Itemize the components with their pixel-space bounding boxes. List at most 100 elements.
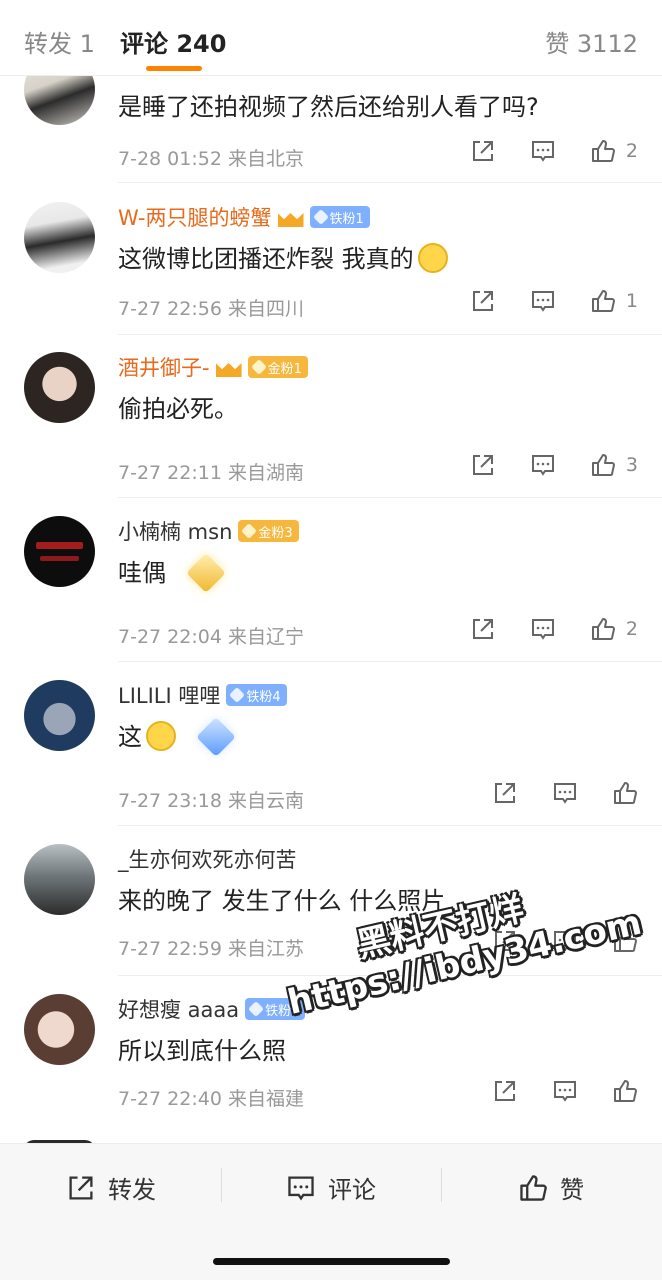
home-indicator (213, 1258, 450, 1265)
comment-time: 7-28 01:52 来自北京 (118, 148, 304, 170)
smile-emoji-icon (417, 243, 448, 273)
like-button[interactable]: 3 (590, 452, 638, 478)
comment-label: 评论 (328, 1176, 376, 1204)
fan-badge[interactable]: 金粉1 (247, 356, 308, 378)
comment-text: 这微博比团播还炸裂 我真的 (118, 242, 638, 276)
fan-badge[interactable]: 金粉3 (238, 520, 299, 542)
thumbs-up-icon (591, 140, 615, 162)
thumbs-up-icon (591, 290, 615, 312)
username[interactable]: 好想瘦 aaaa (118, 994, 239, 1024)
thumbs-up-icon (520, 1174, 547, 1201)
username[interactable]: W-两只腿的螃蟹 (118, 202, 272, 232)
comment-actions: 2 (470, 138, 638, 164)
tab-likes[interactable]: 赞 3112 (545, 24, 638, 59)
like-button[interactable] (612, 780, 638, 806)
comment-text: 是睡了还拍视频了然后还给别人看了吗? (118, 93, 539, 121)
like-button[interactable]: 1 (590, 288, 638, 314)
comment-icon[interactable] (530, 616, 556, 642)
repost-icon[interactable] (470, 288, 496, 314)
comment-icon[interactable] (552, 928, 578, 954)
like-count: 2 (625, 618, 638, 640)
username[interactable]: 酒井御子- (118, 352, 210, 382)
divider (118, 334, 662, 335)
comment-time: 7-27 22:11 来自湖南 (118, 462, 304, 484)
comment-icon[interactable] (552, 780, 578, 806)
gold-gem-icon (186, 553, 226, 593)
comment-tabs: 转发 1 评论 240 赞 3112 (0, 0, 662, 76)
comment-item: 酒井御子- 金粉1 偷拍必死。 7-27 22:11 来自湖南 3 (0, 350, 662, 498)
comment-actions: 3 (470, 452, 638, 478)
blue-gem-icon (196, 717, 236, 757)
avatar[interactable] (24, 202, 95, 273)
repost-icon[interactable] (492, 780, 518, 806)
fan-badge[interactable]: 铁粉2 (245, 998, 306, 1020)
thumbs-up-icon (591, 454, 615, 476)
fan-badge[interactable]: 铁粉4 (226, 684, 287, 706)
comment-actions (492, 928, 638, 954)
comment-icon[interactable] (530, 452, 556, 478)
comment-item: 小楠楠 msn 金粉3 哇偶 7-27 22:04 来自辽宁 2 (0, 514, 662, 662)
comment-item: W-两只腿的螃蟹 铁粉1 这微博比团播还炸裂 我真的 7-27 22:56 来自… (0, 200, 662, 335)
repost-button[interactable]: 转发 (66, 1170, 156, 1205)
comment-actions: 2 (470, 616, 638, 642)
avatar[interactable] (24, 352, 95, 423)
comment-time: 7-27 22:56 来自四川 (118, 298, 304, 320)
comment-icon[interactable] (530, 288, 556, 314)
comment-item: _生亦何欢死亦何苦 来的晚了 发生了什么 什么照片 7-27 22:59 来自江… (0, 842, 662, 976)
tab-repost[interactable]: 转发 1 (24, 24, 95, 59)
comment-item: LILILI 哩哩 铁粉4 这 7-27 23:18 来自云南 (0, 678, 662, 826)
crown-icon (277, 207, 304, 227)
comment-actions (492, 1078, 638, 1104)
comment-icon[interactable] (530, 138, 556, 164)
comment-icon[interactable] (552, 1078, 578, 1104)
comment-time: 7-27 23:18 来自云南 (118, 790, 304, 812)
repost-icon[interactable] (470, 452, 496, 478)
username[interactable]: LILILI 哩哩 (118, 680, 220, 710)
thumbs-up-icon (591, 618, 615, 640)
like-button[interactable] (612, 1078, 638, 1104)
separator (221, 1168, 222, 1202)
comment-item: 是睡了还拍视频了然后还给别人看了吗? 7-28 01:52 来自北京 2 (0, 54, 662, 183)
comment-actions (492, 780, 638, 806)
comment-text: 所以到底什么照 (118, 1037, 286, 1065)
repost-icon[interactable] (492, 1078, 518, 1104)
thumbs-up-icon (614, 1080, 637, 1102)
like-button[interactable]: 赞 (518, 1170, 584, 1205)
comment-time: 7-27 22:40 来自福建 (118, 1088, 304, 1110)
like-count: 1 (625, 290, 638, 312)
divider (118, 825, 662, 826)
like-button[interactable] (612, 928, 638, 954)
like-count: 2 (625, 140, 638, 162)
comment-text: 偷拍必死。 (118, 395, 238, 423)
divider (118, 182, 662, 183)
like-button[interactable]: 2 (590, 616, 638, 642)
comment-item: 好想瘦 aaaa 铁粉2 所以到底什么照 7-27 22:40 来自福建 (0, 992, 662, 1126)
avatar[interactable] (24, 680, 95, 751)
comment-button[interactable]: 评论 (286, 1170, 376, 1205)
divider (118, 661, 662, 662)
repost-icon[interactable] (470, 616, 496, 642)
fan-badge[interactable]: 铁粉1 (309, 206, 370, 228)
username[interactable]: _生亦何欢死亦何苦 (118, 844, 297, 874)
tab-comments[interactable]: 评论 240 (120, 24, 226, 59)
comment-icon (288, 1175, 314, 1200)
thumbs-up-icon (614, 930, 637, 952)
comment-text: 来的晚了 发生了什么 什么照片 (118, 887, 446, 915)
thumbs-up-icon (614, 782, 637, 804)
separator (441, 1168, 442, 1202)
repost-icon[interactable] (492, 928, 518, 954)
crown-icon (215, 357, 242, 377)
repost-label: 转发 (108, 1176, 156, 1204)
avatar[interactable] (24, 516, 95, 587)
username[interactable]: 小楠楠 msn (118, 516, 232, 546)
avatar[interactable] (24, 844, 95, 915)
active-tab-indicator (146, 66, 202, 71)
like-count: 3 (625, 454, 638, 476)
avatar[interactable] (24, 994, 95, 1065)
like-button[interactable]: 2 (590, 138, 638, 164)
smirk-emoji-icon (146, 721, 176, 751)
divider (118, 975, 662, 976)
repost-icon[interactable] (470, 138, 496, 164)
comment-actions: 1 (470, 288, 638, 314)
comment-time: 7-27 22:59 来自江苏 (118, 938, 304, 960)
